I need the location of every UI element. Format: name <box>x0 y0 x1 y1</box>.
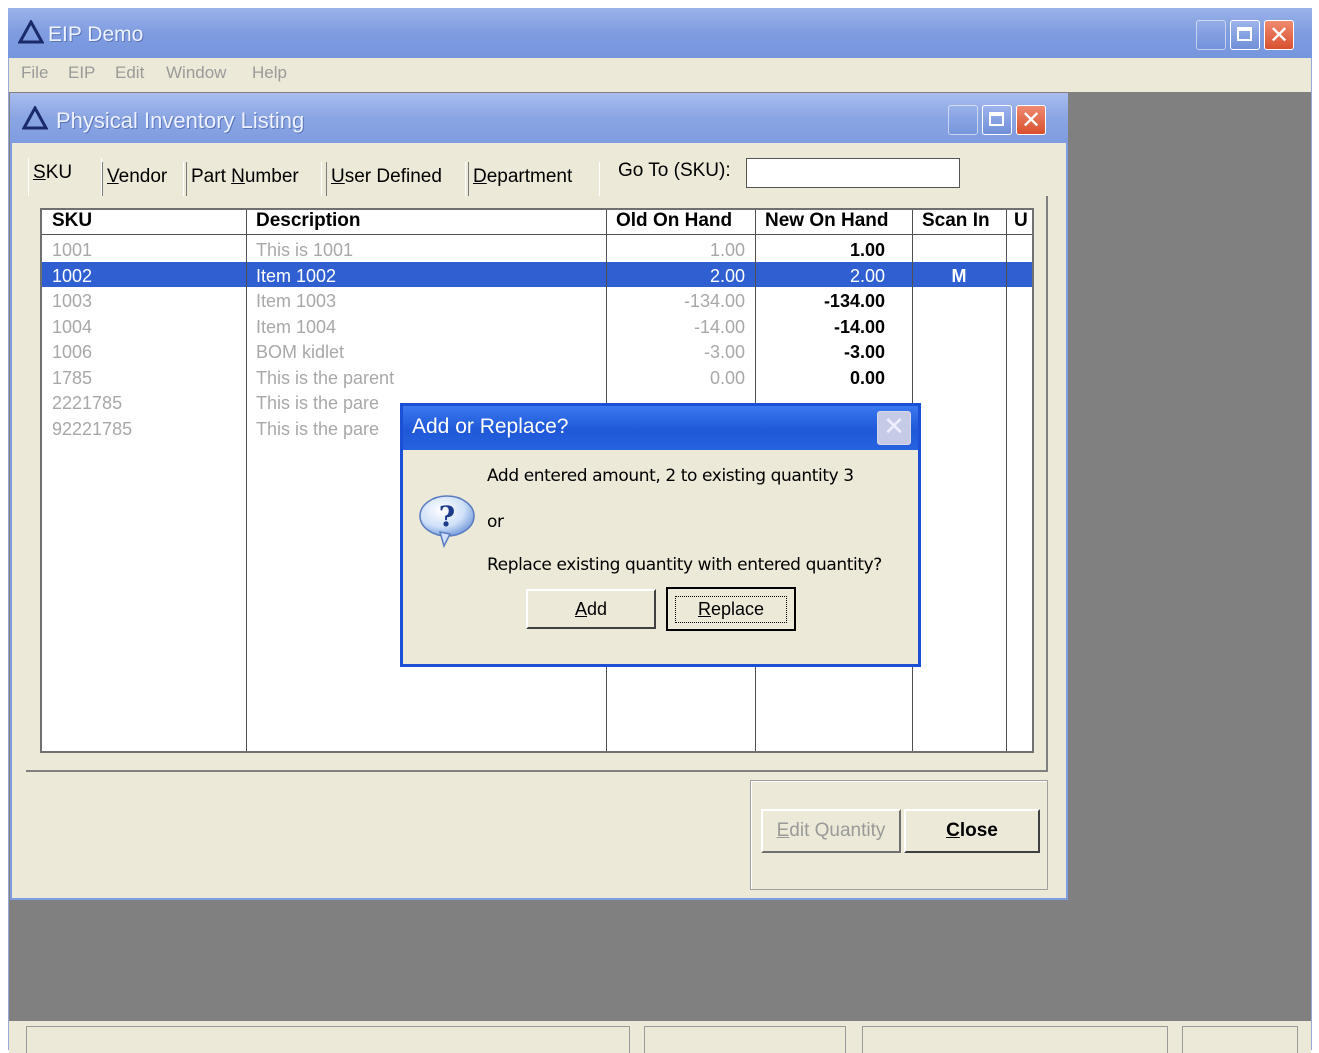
cell-scan: M <box>951 265 967 286</box>
tab-sku-label: KU <box>45 162 73 183</box>
goto-label: Go To (SKU): <box>618 160 731 181</box>
cell-sku: 1785 <box>52 367 93 388</box>
cell-new: -14.00 <box>833 316 885 337</box>
close-icon[interactable]: ✕ <box>1016 105 1046 135</box>
close-icon[interactable]: ✕ <box>1264 20 1294 50</box>
cell-sku: 1004 <box>52 316 93 337</box>
cell-old: -134.00 <box>683 291 745 311</box>
cell-sku: 1003 <box>52 291 93 311</box>
edit-quantity-label: dit Quantity <box>789 820 886 841</box>
dialog-line-replace: Replace existing quantity with entered q… <box>487 555 882 575</box>
column-header-description[interactable]: Description <box>246 210 606 235</box>
close-key: C <box>946 820 960 841</box>
goto-sku-input[interactable] <box>746 158 960 188</box>
cell-sku: 1006 <box>52 342 93 362</box>
cell-description: Item 1002 <box>256 265 337 286</box>
menu-help[interactable]: Help <box>252 63 287 83</box>
edit-qty-key: E <box>776 820 790 841</box>
tab-vendor[interactable]: Vendor <box>102 162 184 196</box>
cell-old: 0.00 <box>709 367 745 388</box>
cell-sku: 2221785 <box>52 393 123 413</box>
replace-button[interactable]: Replace <box>666 587 796 631</box>
status-panel <box>26 1026 630 1053</box>
cell-new: 0.00 <box>849 367 885 388</box>
cell-old: -14.00 <box>693 316 745 337</box>
cell-description: BOM kidlet <box>256 342 345 362</box>
column-header-old-on-hand[interactable]: Old On Hand <box>606 210 755 235</box>
dialog-title: Add or Replace? <box>412 415 569 438</box>
cell-scan <box>912 339 1006 364</box>
column-header-sku[interactable]: SKU <box>42 210 246 235</box>
close-button[interactable]: Close <box>904 809 1040 853</box>
cell-description: This is the parent <box>256 367 395 388</box>
add-label-rest: dd <box>586 598 608 619</box>
app-title: EIP Demo <box>48 23 144 46</box>
tab-department[interactable]: Department <box>468 162 600 196</box>
cell-scan <box>912 416 1006 441</box>
cell-description: This is 1001 <box>256 240 354 260</box>
cell-description: Item 1004 <box>256 316 337 337</box>
cell-sku: 1001 <box>52 240 93 260</box>
menu-eip[interactable]: EIP <box>68 63 95 83</box>
cell-sku: 1002 <box>52 265 93 286</box>
status-panel <box>644 1026 846 1053</box>
svg-text:?: ? <box>439 500 455 533</box>
cell-old: -3.00 <box>703 342 745 362</box>
col-divider <box>246 210 247 751</box>
column-header-scan-in[interactable]: Scan In <box>912 210 1006 235</box>
status-panel <box>862 1026 1168 1053</box>
app-title-bar[interactable]: EIP Demo ✕ <box>8 8 1312 58</box>
inventory-title-bar[interactable]: Physical Inventory Listing ✕ <box>10 93 1068 143</box>
tab-user-defined[interactable]: User Defined <box>326 162 466 196</box>
app-logo-icon <box>18 20 44 44</box>
dialog-close-icon[interactable]: ✕ <box>877 411 911 445</box>
menu-edit[interactable]: Edit <box>115 63 144 83</box>
cell-description: Item 1003 <box>256 291 337 311</box>
menu-file[interactable]: File <box>21 63 48 83</box>
column-header-new-on-hand[interactable]: New On Hand <box>755 210 912 235</box>
close-label: lose <box>959 820 998 841</box>
dialog-line-add: Add entered amount, 2 to existing quanti… <box>487 466 854 486</box>
cell-scan <box>912 237 1006 262</box>
cell-scan <box>912 288 1006 313</box>
cell-scan <box>912 314 1006 339</box>
minimize-icon[interactable] <box>1196 20 1226 50</box>
replace-focus-rect: Replace <box>674 595 788 623</box>
col-divider <box>1006 210 1007 751</box>
tab-part-number[interactable]: Part Number <box>186 162 322 196</box>
question-icon: ? <box>419 495 475 548</box>
edit-quantity-button[interactable]: Edit Quantity <box>761 809 901 853</box>
cell-new: -3.00 <box>843 342 885 362</box>
inventory-title: Physical Inventory Listing <box>56 108 305 133</box>
cell-old: 1.00 <box>709 240 745 260</box>
dialog-line-or: or <box>487 512 504 532</box>
minimize-icon[interactable] <box>948 105 978 135</box>
maximize-icon[interactable] <box>1230 20 1260 50</box>
cell-scan <box>912 390 1006 415</box>
cell-old: 2.00 <box>709 265 745 286</box>
status-panel <box>1182 1026 1298 1053</box>
cell-new: 2.00 <box>849 265 885 286</box>
window-logo-icon <box>22 106 48 130</box>
cell-sku: 92221785 <box>52 418 133 439</box>
tab-sku[interactable]: SKU <box>28 158 102 196</box>
cell-new: -134.00 <box>823 291 885 311</box>
tab-vendor-label: endor <box>118 166 168 187</box>
add-key: A <box>574 598 587 619</box>
menu-window[interactable]: Window <box>166 63 226 83</box>
cell-new: 1.00 <box>849 240 885 260</box>
add-button[interactable]: Add <box>526 589 656 629</box>
cell-scan <box>912 365 1006 390</box>
column-header-u[interactable]: U <box>1006 210 1032 235</box>
maximize-icon[interactable] <box>982 105 1012 135</box>
